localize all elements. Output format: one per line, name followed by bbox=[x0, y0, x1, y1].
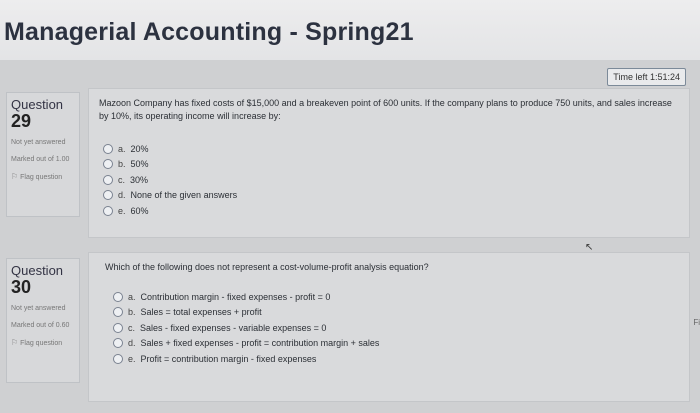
radio-button[interactable] bbox=[113, 322, 123, 333]
question-body-29: Mazoon Company has fixed costs of $15,00… bbox=[88, 88, 690, 238]
question-text: Which of the following does not represen… bbox=[105, 262, 429, 272]
question-status: Not yet answered bbox=[11, 305, 66, 312]
answer-option-c[interactable]: c. 30% bbox=[103, 172, 237, 188]
question-body-30: Which of the following does not represen… bbox=[88, 252, 690, 402]
radio-button[interactable] bbox=[113, 291, 123, 302]
question-label: Question bbox=[11, 97, 64, 112]
flag-icon: ⚐ bbox=[11, 338, 19, 347]
flag-question-link[interactable]: ⚐ Flag question bbox=[11, 172, 75, 182]
question-label: Question bbox=[11, 263, 64, 278]
question-info-30: Question 30 Not yet answered Marked out … bbox=[6, 258, 80, 383]
answer-option-a[interactable]: a. 20% bbox=[103, 141, 237, 157]
answer-option-b[interactable]: b. 50% bbox=[103, 157, 237, 173]
answer-option-d[interactable]: d. Sales + fixed expenses - profit = cont… bbox=[113, 336, 379, 352]
radio-button[interactable] bbox=[103, 205, 113, 216]
radio-button[interactable] bbox=[103, 159, 113, 170]
question-text: Mazoon Company has fixed costs of $15,00… bbox=[99, 98, 672, 121]
answer-option-e[interactable]: e. 60% bbox=[103, 203, 237, 219]
flag-question-link[interactable]: ⚐ Flag question bbox=[11, 338, 75, 348]
question-number: 29 bbox=[11, 111, 32, 131]
answer-option-d[interactable]: d. None of the given answers bbox=[103, 188, 237, 204]
answer-option-a[interactable]: a. Contribution margin - fixed expenses -… bbox=[113, 289, 379, 305]
question-info-29: Question 29 Not yet answered Marked out … bbox=[6, 92, 80, 217]
truncated-edge-text: Fi bbox=[693, 318, 700, 327]
page-title: Managerial Accounting - Spring21 bbox=[4, 18, 414, 46]
flag-icon: ⚐ bbox=[11, 172, 19, 181]
time-left-badge: Time left 1:51:24 bbox=[607, 68, 686, 86]
answer-list: a. 20% b. 50% c. 30% d. None of the given an… bbox=[103, 141, 237, 219]
question-status: Not yet answered bbox=[11, 139, 66, 146]
question-number: 30 bbox=[11, 277, 32, 297]
answer-option-c[interactable]: c. Sales - fixed expenses - variable expe… bbox=[113, 320, 379, 336]
question-marks: Marked out of 1.00 bbox=[11, 156, 70, 163]
radio-button[interactable] bbox=[113, 307, 123, 318]
radio-button[interactable] bbox=[113, 338, 123, 349]
flag-question-label: Flag question bbox=[20, 174, 63, 181]
radio-button[interactable] bbox=[103, 190, 113, 201]
question-marks: Marked out of 0.60 bbox=[11, 322, 70, 329]
mouse-cursor-icon: ↖ bbox=[585, 242, 594, 253]
flag-question-label: Flag question bbox=[20, 340, 63, 347]
radio-button[interactable] bbox=[103, 174, 113, 185]
answer-option-e[interactable]: e. Profit = contribution margin - fixed e… bbox=[113, 351, 379, 367]
radio-button[interactable] bbox=[113, 353, 123, 364]
answer-list: a. Contribution margin - fixed expenses -… bbox=[113, 289, 379, 367]
radio-button[interactable] bbox=[103, 143, 113, 154]
answer-option-b[interactable]: b. Sales = total expenses + profit bbox=[113, 305, 379, 321]
